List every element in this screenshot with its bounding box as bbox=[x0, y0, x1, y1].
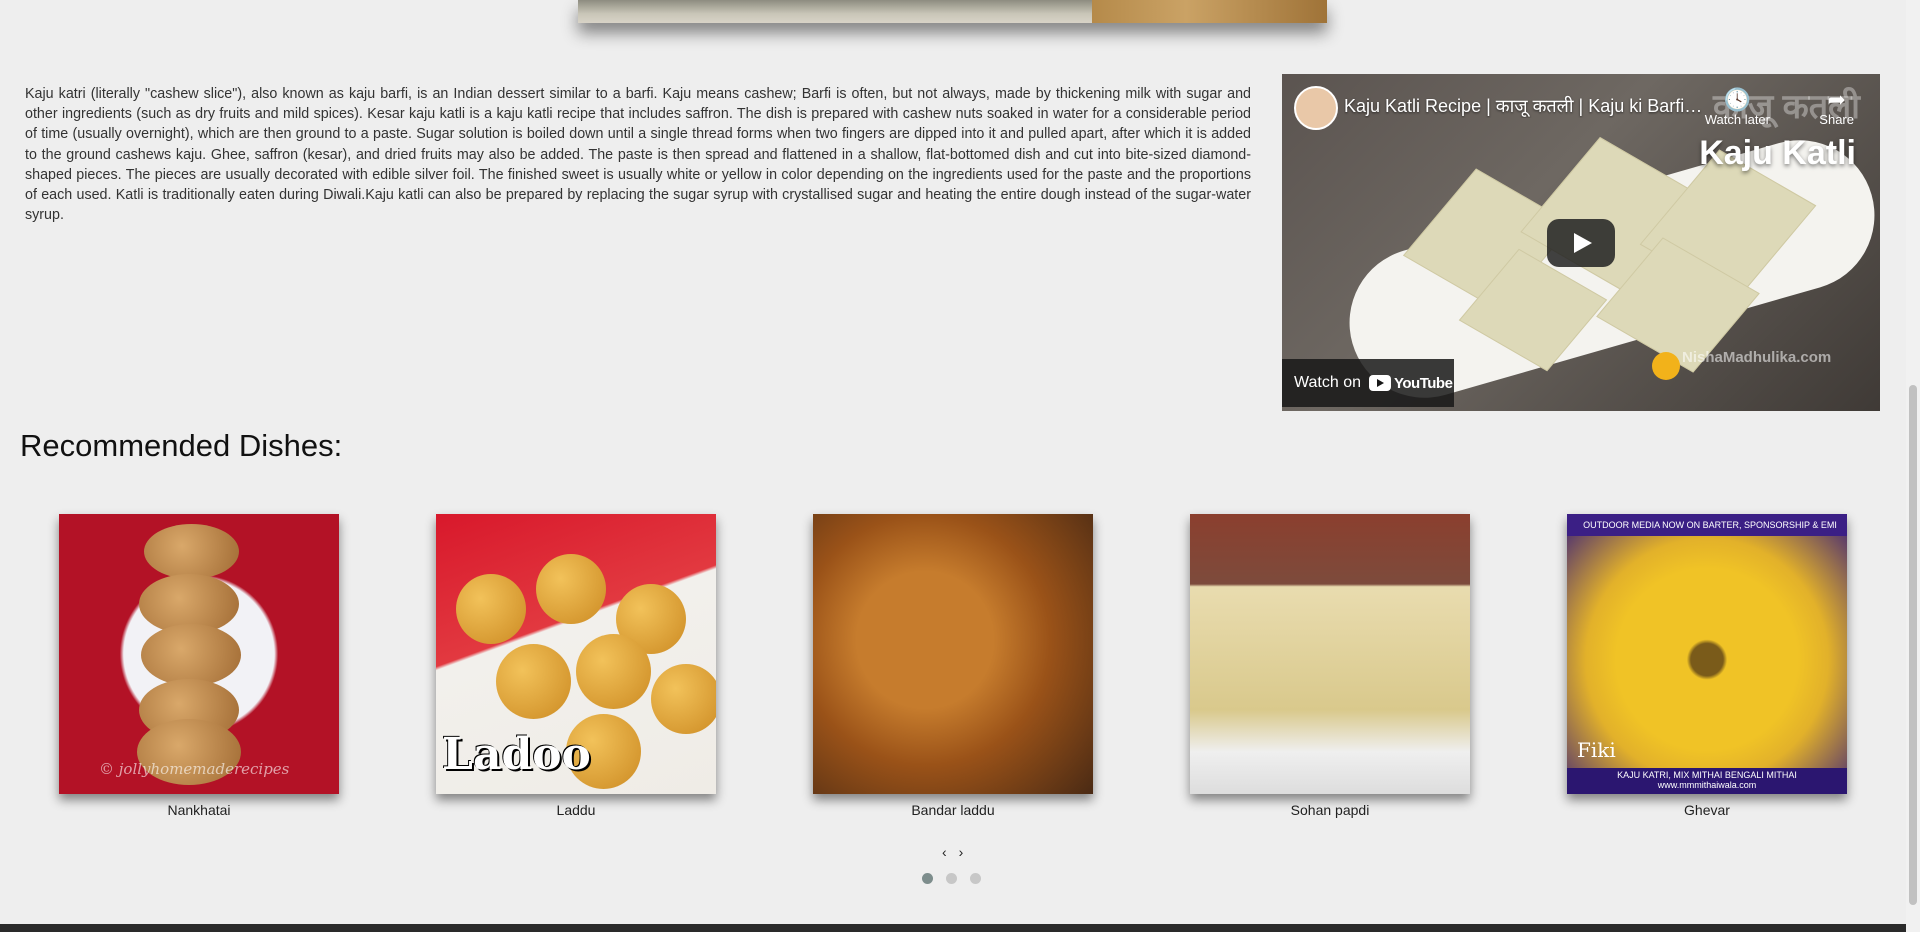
cookie bbox=[144, 524, 239, 579]
share-button[interactable]: ➦ Share bbox=[1819, 87, 1854, 128]
laddu-ball bbox=[651, 664, 716, 734]
youtube-video-embed[interactable]: काजू कतली Kaju Katli Kaju Katli Recipe |… bbox=[1282, 74, 1880, 411]
hero-image-right bbox=[1092, 0, 1327, 23]
image-label-fiki: Fiki bbox=[1577, 738, 1616, 762]
channel-avatar[interactable] bbox=[1294, 86, 1338, 130]
dish-card[interactable]: Ladoo Laddu bbox=[436, 514, 716, 818]
youtube-play-icon bbox=[1369, 375, 1391, 391]
dish-card[interactable]: Bandar laddu bbox=[813, 514, 1093, 818]
recommended-heading: Recommended Dishes: bbox=[20, 428, 343, 463]
carousel-pagination bbox=[922, 873, 981, 884]
dish-card[interactable]: Sohan papdi bbox=[1190, 514, 1470, 818]
dish-image-sohan-papdi[interactable] bbox=[1190, 514, 1470, 794]
laddu-ball bbox=[496, 644, 571, 719]
watch-later-label: Watch later bbox=[1704, 112, 1770, 127]
image-banner-top: OUTDOOR MEDIA NOW ON BARTER, SPONSORSHIP… bbox=[1567, 514, 1847, 536]
dish-card[interactable]: OUTDOOR MEDIA NOW ON BARTER, SPONSORSHIP… bbox=[1567, 514, 1847, 818]
clock-icon: 🕓 bbox=[1723, 87, 1752, 112]
dish-card[interactable]: © jollyhomemaderecipes Nankhatai bbox=[59, 514, 339, 818]
video-overlay-title: Kaju Katli bbox=[1699, 134, 1856, 172]
image-watermark: © jollyhomemaderecipes bbox=[99, 760, 290, 778]
dish-caption[interactable]: Nankhatai bbox=[59, 802, 339, 818]
watch-on-label: Watch on bbox=[1294, 374, 1361, 391]
video-title-link[interactable]: Kaju Katli Recipe | काजू कतली | Kaju ki … bbox=[1344, 94, 1704, 118]
scrollbar-thumb[interactable] bbox=[1909, 385, 1917, 905]
dish-caption[interactable]: Laddu bbox=[436, 802, 716, 818]
dish-description: Kaju katri (literally "cashew slice"), a… bbox=[25, 86, 1251, 224]
dish-caption[interactable]: Ghevar bbox=[1567, 802, 1847, 818]
hero-image-left bbox=[578, 0, 1092, 23]
dish-caption[interactable]: Sohan papdi bbox=[1190, 802, 1470, 818]
carousel-dot[interactable] bbox=[922, 873, 933, 884]
dish-image-ghevar[interactable]: OUTDOOR MEDIA NOW ON BARTER, SPONSORSHIP… bbox=[1567, 514, 1847, 794]
dish-image-laddu[interactable]: Ladoo bbox=[436, 514, 716, 794]
carousel-dot[interactable] bbox=[970, 873, 981, 884]
page-scrollbar[interactable] bbox=[1906, 0, 1920, 932]
channel-watermark: NishaMadhulika.com bbox=[1682, 349, 1832, 366]
hero-image bbox=[578, 0, 1327, 23]
footer bbox=[0, 924, 1906, 932]
watch-on-youtube-button[interactable]: Watch on YouTube bbox=[1282, 359, 1454, 407]
image-banner-bottom: KAJU KATRI, MIX MITHAI BENGALI MITHAI ww… bbox=[1567, 768, 1847, 794]
share-icon: ➦ bbox=[1827, 87, 1846, 112]
laddu-ball bbox=[576, 634, 651, 709]
youtube-logo-text: YouTube bbox=[1394, 374, 1453, 392]
laddu-ball bbox=[456, 574, 526, 644]
youtube-logo-icon: YouTube bbox=[1369, 374, 1453, 392]
dish-image-nankhatai[interactable]: © jollyhomemaderecipes bbox=[59, 514, 339, 794]
carousel-dot[interactable] bbox=[946, 873, 957, 884]
carousel-next-button[interactable]: › bbox=[959, 844, 968, 860]
watch-later-button[interactable]: 🕓 Watch later bbox=[1704, 87, 1770, 128]
image-label-ladoo: Ladoo bbox=[442, 729, 591, 780]
carousel-arrows: ‹ › bbox=[942, 844, 967, 860]
play-button[interactable] bbox=[1547, 219, 1615, 267]
dish-image-bandar-laddu[interactable] bbox=[813, 514, 1093, 794]
share-label: Share bbox=[1819, 112, 1854, 127]
carousel-prev-button[interactable]: ‹ bbox=[942, 844, 951, 860]
channel-watermark-logo bbox=[1652, 352, 1680, 380]
dish-caption[interactable]: Bandar laddu bbox=[813, 802, 1093, 818]
laddu-ball bbox=[536, 554, 606, 624]
cookie bbox=[141, 624, 241, 686]
